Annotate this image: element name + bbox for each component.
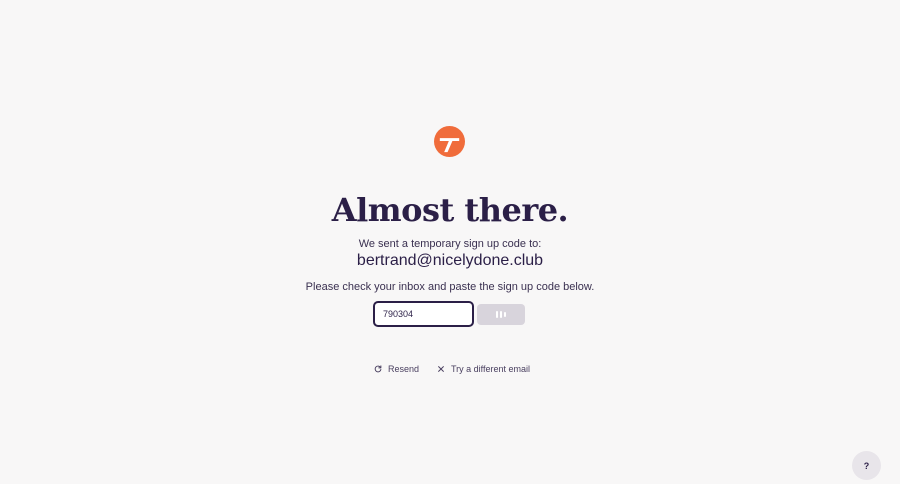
help-icon: ? bbox=[863, 460, 870, 471]
secondary-actions: Resend Try a different email bbox=[0, 362, 900, 376]
try-different-email-label: Try a different email bbox=[451, 364, 531, 374]
loading-bar bbox=[500, 311, 502, 318]
loading-bar bbox=[504, 312, 506, 317]
resend-link[interactable]: Resend bbox=[374, 362, 419, 376]
loading-bar bbox=[496, 311, 498, 318]
recipient-email: bertrand@nicelydone.club bbox=[356, 252, 544, 269]
submit-code-button[interactable] bbox=[477, 304, 525, 325]
sent-code-message: We sent a temporary sign up code to: bbox=[358, 238, 542, 250]
instructions-text: Please check your inbox and paste the si… bbox=[305, 281, 595, 293]
resend-label: Resend bbox=[388, 364, 420, 374]
page-title: Almost there. bbox=[331, 191, 569, 229]
try-different-email-link[interactable]: Try a different email bbox=[437, 362, 530, 376]
loading-icon bbox=[496, 311, 506, 318]
close-icon bbox=[438, 366, 444, 372]
refresh-icon bbox=[374, 365, 382, 373]
help-button[interactable]: ? bbox=[852, 451, 881, 480]
signup-verification-page: Almost there. We sent a temporary sign u… bbox=[0, 0, 900, 484]
brand-logo-icon bbox=[434, 126, 465, 157]
signup-code-input[interactable] bbox=[373, 301, 474, 327]
